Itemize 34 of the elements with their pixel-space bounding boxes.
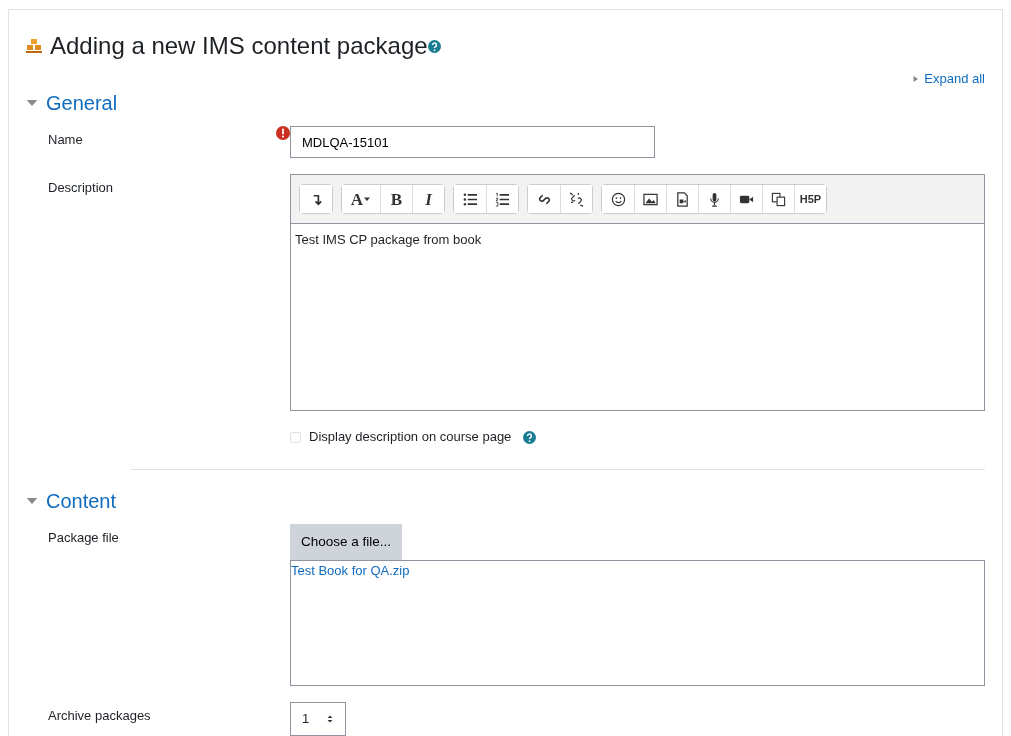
copy-icon — [771, 191, 786, 207]
sort-arrows-icon — [326, 714, 334, 725]
help-icon[interactable] — [427, 39, 441, 53]
h5p-button[interactable]: H5P — [794, 185, 826, 214]
page-title: Adding a new IMS content package — [50, 32, 428, 61]
media-file-icon — [675, 191, 690, 207]
file-drop-area[interactable]: Test Book for QA.zip — [290, 560, 985, 687]
numbered-list-icon — [495, 191, 510, 207]
image-icon — [643, 191, 658, 207]
description-text-area[interactable]: Test IMS CP package from book — [291, 224, 984, 411]
field-label: Name — [48, 131, 83, 150]
field-label: Description — [48, 179, 114, 198]
section-heading[interactable]: Content — [46, 485, 117, 516]
broken-link-icon — [569, 191, 584, 207]
bullet-list-icon — [462, 191, 478, 207]
select-value: 1 — [302, 710, 310, 729]
smiley-icon — [610, 191, 626, 207]
italic-button[interactable]: I — [412, 185, 444, 214]
toolbar-button[interactable] — [560, 185, 592, 214]
choose-file-button[interactable]: Choose a file... — [290, 523, 403, 561]
toolbar-button[interactable] — [486, 185, 518, 214]
section-heading[interactable]: General — [46, 88, 118, 119]
archive-select[interactable]: 1 — [290, 702, 346, 736]
checkbox-label[interactable]: Display description on course page — [309, 427, 512, 447]
expand-all-link[interactable]: Expand all — [924, 68, 985, 89]
name-input-field[interactable]: MDLQA-15101 — [290, 126, 655, 159]
field-label: Package file — [48, 528, 119, 547]
package-icon — [26, 38, 42, 55]
toolbar-button[interactable] — [300, 185, 332, 214]
help-icon[interactable] — [523, 430, 537, 444]
microphone-icon — [707, 191, 722, 207]
display-description-checkbox[interactable] — [290, 431, 301, 443]
file-link[interactable]: Test Book for QA.zip — [291, 561, 984, 581]
field-label: Archive packages — [48, 707, 151, 726]
